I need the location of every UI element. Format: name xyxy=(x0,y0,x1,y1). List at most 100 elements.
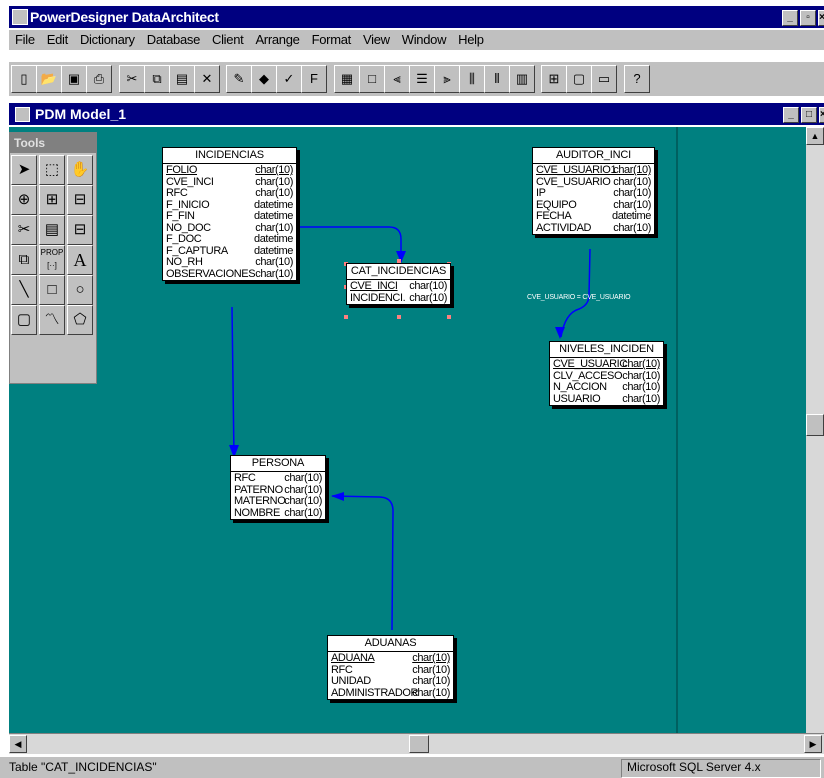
menu-client[interactable]: Client xyxy=(212,32,244,47)
entity-persona[interactable]: PERSONA RFC char(10) PATERNO char(10) MATE… xyxy=(230,455,326,520)
window-icon[interactable]: ▭ xyxy=(591,65,617,93)
spread-icon[interactable]: ⫴ xyxy=(484,65,510,93)
cut-icon[interactable]: ✂ xyxy=(119,65,145,93)
document-title: PDM Model_1 xyxy=(35,106,127,122)
arrow-head xyxy=(331,492,344,501)
diagram-canvas[interactable]: CVE_USUARIO = CVE_USUARIO Tools ➤ ⬚ ✋ ⊕ … xyxy=(9,127,806,733)
minimize-icon[interactable]: _ xyxy=(782,10,798,26)
entity-column: NOMBRE char(10) xyxy=(234,506,322,519)
properties-icon[interactable]: PROP [··] xyxy=(39,245,65,275)
menu-format[interactable]: Format xyxy=(312,32,352,47)
scroll-up-icon[interactable]: ▲ xyxy=(806,127,824,145)
menu-help[interactable]: Help xyxy=(458,32,484,47)
print-icon[interactable]: ⎙ xyxy=(86,65,112,93)
line-icon[interactable]: ╲ xyxy=(11,275,37,305)
link-aduanas-persona[interactable] xyxy=(331,495,394,631)
link-label: CVE_USUARIO = CVE_USUARIO xyxy=(527,294,631,301)
menu-edit[interactable]: Edit xyxy=(47,32,69,47)
link-auditor-niveles[interactable] xyxy=(560,248,591,338)
check-icon[interactable]: ✓ xyxy=(276,65,302,93)
menu-view[interactable]: View xyxy=(363,32,390,47)
entity-column: USUARIO char(10) xyxy=(553,392,660,405)
entity-title: ADUANAS xyxy=(328,636,453,652)
align-right-icon[interactable]: ⫸ xyxy=(434,65,460,93)
entity-column: CVE_USUARIO1 char(10) xyxy=(536,164,651,176)
status-selection: Table "CAT_INCIDENCIAS" xyxy=(9,760,157,774)
scroll-right-icon[interactable]: ▶ xyxy=(804,735,822,753)
ellipse-icon[interactable]: ○ xyxy=(67,275,93,305)
frame-icon[interactable]: □ xyxy=(359,65,385,93)
open-icon[interactable]: 📂 xyxy=(36,65,62,93)
zoom-fit-icon[interactable]: ⊞ xyxy=(39,185,65,215)
document-icon[interactable] xyxy=(15,107,30,122)
copy-icon[interactable]: ⧉ xyxy=(144,65,170,93)
entity-column: ADUANA char(10) xyxy=(331,652,450,664)
entity-niveles-inciden[interactable]: NIVELES_INCIDEN CVE_USUARIC char(10) CLV_… xyxy=(549,341,664,406)
close-icon[interactable]: × xyxy=(818,10,824,26)
entity-column: RFC char(10) xyxy=(234,472,322,484)
menu-dictionary[interactable]: Dictionary xyxy=(80,32,135,47)
table-icon[interactable]: ▦ xyxy=(334,65,360,93)
distribute-icon[interactable]: ⫼ xyxy=(459,65,485,93)
scroll-left-icon[interactable]: ◀ xyxy=(9,735,27,753)
app-icon[interactable] xyxy=(12,9,28,25)
doc-minimize-icon[interactable]: _ xyxy=(783,107,799,123)
menu-database[interactable]: Database xyxy=(147,32,201,47)
entity-title: PERSONA xyxy=(231,456,325,472)
fill-icon[interactable]: ◆ xyxy=(251,65,277,93)
document-titlebar: PDM Model_1 _ □ × xyxy=(9,103,824,125)
zoom-icon[interactable]: ⊕ xyxy=(11,185,37,215)
status-dbms: Microsoft SQL Server 4.x xyxy=(627,760,761,774)
page-icon[interactable]: ▢ xyxy=(566,65,592,93)
entity-title: INCIDENCIAS xyxy=(163,148,296,164)
rounded-rect-icon[interactable]: ▢ xyxy=(11,305,37,335)
polyline-icon[interactable]: 〽 xyxy=(39,305,65,335)
link-incidencias-cat[interactable] xyxy=(296,226,402,262)
tools-title: Tools xyxy=(10,133,96,153)
save-icon[interactable]: ▣ xyxy=(61,65,87,93)
delete-icon[interactable]: ✕ xyxy=(194,65,220,93)
pointer-icon[interactable]: ➤ xyxy=(11,155,37,185)
doc-restore-icon[interactable]: □ xyxy=(801,107,817,123)
new-icon[interactable]: ▯ xyxy=(11,65,37,93)
entity-column: FOLIO char(10) xyxy=(166,164,293,176)
entity-column: ACTIVIDAD char(10) xyxy=(536,221,651,234)
help-icon[interactable]: ? xyxy=(624,65,650,93)
entity-auditor-inci[interactable]: AUDITOR_INCI CVE_USUARIO1 char(10) CVE_US… xyxy=(532,147,655,235)
zoom-out-icon[interactable]: ⊟ xyxy=(67,185,93,215)
entity-aduanas[interactable]: ADUANAS ADUANA char(10) RFC char(10) UNIDA… xyxy=(327,635,454,700)
restore-icon[interactable]: ▫ xyxy=(800,10,816,26)
table-tool-icon[interactable]: ▤ xyxy=(39,215,65,245)
text-tool-icon[interactable]: A xyxy=(67,245,93,275)
doc-close-icon[interactable]: × xyxy=(819,107,824,123)
hand-icon[interactable]: ✋ xyxy=(67,155,93,185)
horizontal-scrollbar[interactable]: ◀ ▶ xyxy=(9,733,824,754)
zoom-in-icon[interactable]: ⊞ xyxy=(541,65,567,93)
entity-cat-incidencias[interactable]: CAT_INCIDENCIAS CVE_INCI char(10) INCIDEN… xyxy=(346,263,451,305)
horizontal-scroll-thumb[interactable] xyxy=(409,735,429,753)
entity-incidencias[interactable]: INCIDENCIAS FOLIO char(10) CVE_INCI char(1… xyxy=(162,147,297,281)
marquee-icon[interactable]: ⬚ xyxy=(39,155,65,185)
reference-icon[interactable]: ⧉ xyxy=(11,245,37,275)
link-incidencias-persona[interactable] xyxy=(231,306,235,458)
view-tool-icon[interactable]: ⊟ xyxy=(67,215,93,245)
rectangle-icon[interactable]: □ xyxy=(39,275,65,305)
tools-palette: Tools ➤ ⬚ ✋ ⊕ ⊞ ⊟ ✂ ▤ ⊟ ⧉ PROP [··] A ╲ □… xyxy=(9,132,97,384)
align-left-icon[interactable]: ⫷ xyxy=(384,65,410,93)
polygon-icon[interactable]: ⬠ xyxy=(67,305,93,335)
pencil-icon[interactable]: ✎ xyxy=(226,65,252,93)
scissors-icon[interactable]: ✂ xyxy=(11,215,37,245)
app-title: PowerDesigner DataArchitect xyxy=(30,9,219,25)
menu-window[interactable]: Window xyxy=(402,32,447,47)
font-icon[interactable]: F xyxy=(301,65,327,93)
align-center-icon[interactable]: ☰ xyxy=(409,65,435,93)
menu-arrange[interactable]: Arrange xyxy=(255,32,299,47)
columns-icon[interactable]: ▥ xyxy=(509,65,535,93)
entity-column: MATERNO char(10) xyxy=(234,495,322,507)
entity-column: OBSERVACIONES char(10) xyxy=(166,267,293,280)
paste-icon[interactable]: ▤ xyxy=(169,65,195,93)
entity-column: RFC char(10) xyxy=(166,187,293,199)
menu-file[interactable]: File xyxy=(15,32,35,47)
vertical-scrollbar[interactable]: ▲ xyxy=(806,127,824,733)
vertical-scroll-thumb[interactable] xyxy=(806,414,824,436)
